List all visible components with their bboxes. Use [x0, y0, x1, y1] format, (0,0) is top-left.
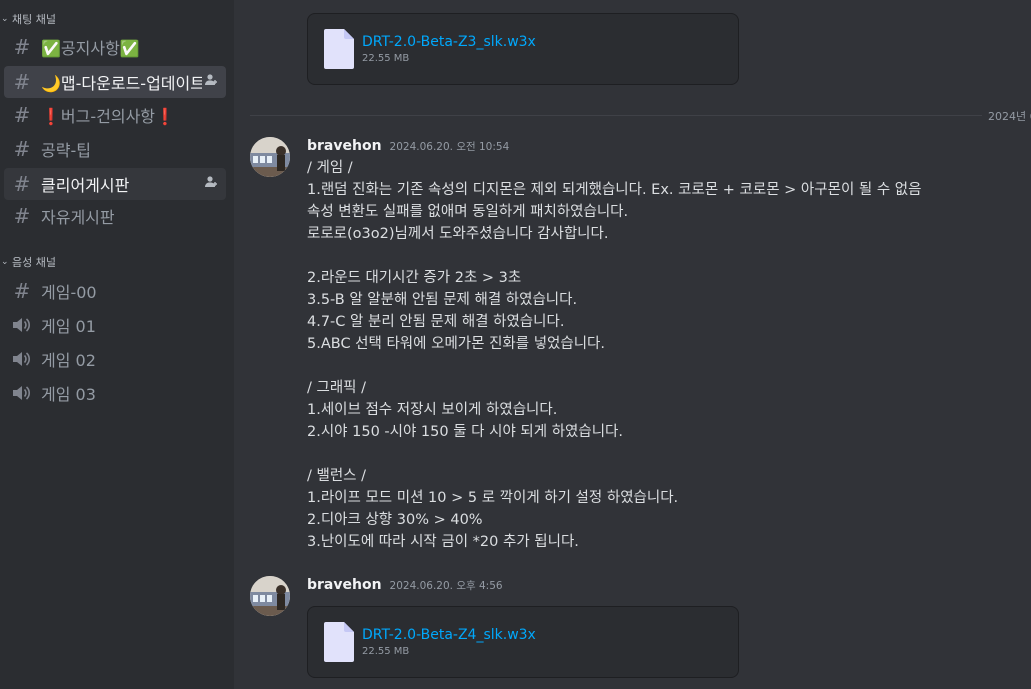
channel-clear-board[interactable]: # 클리어게시판 — [4, 168, 226, 200]
message-line: / 게임 / — [307, 160, 353, 176]
channel-label: 게임 02 — [41, 351, 96, 370]
voice-channel-game-02[interactable]: 게임 02 — [4, 343, 226, 375]
avatar[interactable] — [250, 137, 290, 177]
file-attachment[interactable]: DRT-2.0-Beta-Z4_slk.w3x 22.55 MB — [307, 606, 739, 678]
category-label: 채팅 채널 — [12, 13, 56, 26]
channel-game-00[interactable]: # 게임-00 — [4, 275, 226, 307]
hash-icon: # — [13, 35, 31, 59]
message-line: / 그래픽 / — [307, 380, 367, 396]
date-divider-label: 2024년 6월 20일 — [982, 108, 1031, 124]
message-timestamp: 2024.06.20. 오후 4:56 — [389, 580, 503, 592]
channel-bug-report[interactable]: # ❗버그-건의사항❗ — [4, 99, 226, 131]
chevron-down-icon: ⌄ — [1, 257, 9, 267]
file-size: 22.55 MB — [362, 646, 410, 657]
message-line: / 밸런스 / — [307, 468, 367, 484]
chevron-down-icon: ⌄ — [1, 14, 9, 24]
hash-icon: # — [13, 103, 31, 127]
message-timestamp: 2024.06.20. 오전 10:54 — [389, 141, 510, 153]
channel-label: 게임 03 — [41, 385, 96, 404]
message-line: 2.시야 150 -시야 150 둘 다 시야 되게 하였습니다. — [307, 424, 623, 440]
message-line: 3.난이도에 따라 시작 금이 *20 추가 됩니다. — [307, 534, 579, 550]
channel-sidebar: ⌄ 채팅 채널 # ✅공지사항✅ # 🌙맵-다운로드-업데이트 # ❗버그-건의… — [0, 0, 234, 689]
channel-label: 게임 01 — [41, 317, 96, 336]
voice-channels-category[interactable]: ⌄ 음성 채널 — [0, 254, 56, 270]
channel-label: 자유게시판 — [41, 208, 115, 227]
file-name-link[interactable]: DRT-2.0-Beta-Z4_slk.w3x — [362, 627, 536, 643]
message-line: 2.디아크 상향 30% > 40% — [307, 512, 483, 528]
file-icon — [324, 29, 354, 69]
message-content: / 게임 / 1.랜덤 진화는 기존 속성의 디지몬은 제외 되게했습니다. E… — [307, 157, 1027, 553]
hash-icon: # — [13, 279, 31, 303]
author-name[interactable]: bravehon — [307, 577, 382, 593]
message-line: 1.라이프 모드 미션 10 > 5 로 깍이게 하기 설정 하였습니다. — [307, 490, 679, 506]
message-line — [307, 355, 1027, 377]
add-member-icon[interactable] — [202, 73, 220, 91]
author-name[interactable]: bravehon — [307, 138, 382, 154]
chat-area: DRT-2.0-Beta-Z3_slk.w3x 22.55 MB 2024년 6… — [234, 0, 1031, 689]
file-icon — [324, 622, 354, 662]
channel-guide[interactable]: # 공략-팁 — [4, 133, 226, 165]
message-line: 1.랜덤 진화는 기존 속성의 디지몬은 제외 되게했습니다. Ex. 코로몬 … — [307, 182, 922, 198]
file-size: 22.55 MB — [362, 53, 410, 64]
add-member-icon[interactable] — [202, 175, 220, 193]
message-line: 4.7-C 알 분리 안됨 문제 해결 하였습니다. — [307, 314, 565, 330]
channel-label: 🌙맵-다운로드-업데이트 — [41, 74, 202, 93]
message-line: 3.5-B 알 알분해 안됨 문제 해결 하였습니다. — [307, 292, 578, 308]
message-header: bravehon 2024.06.20. 오전 10:54 — [307, 138, 509, 154]
speaker-icon — [11, 349, 31, 369]
message-line — [307, 245, 1027, 267]
message-line: 속성 변환도 실패를 없애며 동일하게 패치하였습니다. — [307, 204, 629, 220]
channel-label: ✅공지사항✅ — [41, 39, 140, 58]
hash-icon: # — [13, 204, 31, 228]
message-line: 5.ABC 선택 타워에 오메가몬 진화를 넣었습니다. — [307, 336, 606, 352]
message-line — [307, 443, 1027, 465]
channel-label: 게임-00 — [41, 283, 97, 302]
channel-notice[interactable]: # ✅공지사항✅ — [4, 31, 226, 63]
channel-free-board[interactable]: # 자유게시판 — [4, 200, 226, 232]
channel-label: 공략-팁 — [41, 141, 91, 160]
text-channels-category[interactable]: ⌄ 채팅 채널 — [0, 11, 56, 27]
file-name-link[interactable]: DRT-2.0-Beta-Z3_slk.w3x — [362, 34, 536, 50]
voice-channel-game-03[interactable]: 게임 03 — [4, 377, 226, 409]
message-line: 1.세이브 점수 저장시 보이게 하였습니다. — [307, 402, 558, 418]
file-attachment[interactable]: DRT-2.0-Beta-Z3_slk.w3x 22.55 MB — [307, 13, 739, 85]
voice-channel-game-01[interactable]: 게임 01 — [4, 309, 226, 341]
speaker-icon — [11, 383, 31, 403]
message-line: 로로로(o3o2)님께서 도와주셨습니다 감사합니다. — [307, 226, 609, 242]
hash-icon: # — [13, 70, 31, 94]
message-header: bravehon 2024.06.20. 오후 4:56 — [307, 577, 503, 593]
speaker-icon — [11, 315, 31, 335]
hash-icon: # — [13, 172, 31, 196]
message-line: 2.라운드 대기시간 증가 2초 > 3초 — [307, 270, 522, 286]
category-label: 음성 채널 — [12, 256, 56, 269]
hash-icon: # — [13, 137, 31, 161]
channel-map-download[interactable]: # 🌙맵-다운로드-업데이트 — [4, 66, 226, 98]
channel-label: ❗버그-건의사항❗ — [41, 107, 175, 126]
channel-label: 클리어게시판 — [41, 176, 130, 195]
avatar[interactable] — [250, 576, 290, 616]
date-divider — [250, 115, 1031, 116]
